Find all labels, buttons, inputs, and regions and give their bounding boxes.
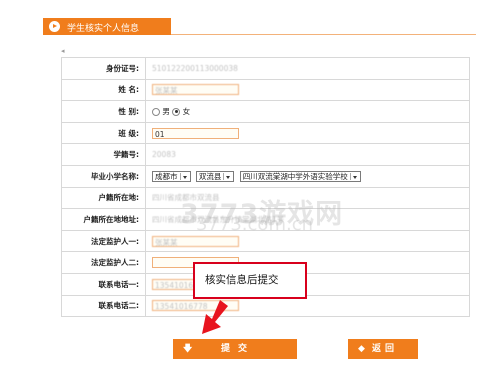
back-button-label: 返回 — [372, 344, 399, 354]
form-row-id-number: 身份证号: 510122200113000038 — [61, 57, 470, 80]
form-row-name: 姓 名: 张某某 — [61, 78, 470, 102]
header-divider — [171, 34, 476, 35]
id-number-value: 510122200113000038 — [152, 63, 238, 73]
gender-male-label: 男 — [162, 106, 170, 116]
back-button[interactable]: ◆ 返回 — [348, 339, 418, 359]
submit-button[interactable]: 🡇 提交 — [173, 339, 297, 359]
chevron-down-icon — [179, 172, 189, 180]
id-number-label: 身份证号: — [61, 57, 146, 80]
form-row-gender: 性 别: 男 女 — [61, 100, 470, 123]
red-pointer-arrow-icon — [202, 300, 228, 334]
section-header: 学生核实个人信息 — [43, 18, 171, 35]
form-row-class: 班 级: 01 — [61, 121, 470, 145]
form-row-student-no: 学籍号: 20083 — [61, 143, 470, 166]
class-input[interactable]: 01 — [152, 127, 239, 139]
chevron-down-icon — [349, 172, 359, 180]
city-select[interactable]: 成都市 — [152, 170, 191, 182]
gender-male-radio[interactable] — [152, 107, 160, 116]
name-label: 姓 名: — [61, 78, 146, 102]
student-no-value: 20083 — [152, 150, 176, 160]
phone2-label: 联系电话二: — [61, 294, 146, 318]
gender-label: 性 别: — [61, 100, 146, 123]
primary-school-label: 毕业小学名称: — [61, 164, 146, 188]
guardian2-label: 法定监护人二: — [61, 251, 146, 274]
form-row-primary-school: 毕业小学名称: 成都市 双流县 四川双流棠湖中学外语实验学校 — [61, 164, 470, 188]
guardian1-input[interactable]: 张某某 — [152, 235, 239, 247]
phone1-label: 联系电话一: — [61, 272, 146, 296]
submit-button-label: 提交 — [221, 344, 256, 354]
download-arrow-icon: 🡇 — [183, 344, 193, 354]
gender-female-label: 女 — [182, 106, 191, 116]
class-label: 班 级: — [61, 121, 146, 145]
back-arrow-icon: ◆ — [358, 344, 365, 354]
guardian1-label: 法定监护人一: — [61, 229, 146, 253]
chevron-down-icon — [223, 172, 232, 180]
watermark-url: 3773.com.cn — [196, 214, 313, 235]
section-title: 学生核实个人信息 — [67, 24, 140, 34]
school-select[interactable]: 四川双流棠湖中学外语实验学校 — [239, 170, 361, 182]
play-circle-icon — [49, 21, 60, 32]
student-no-label: 学籍号: — [61, 143, 146, 166]
hukou-location-label: 户籍所在地: — [61, 186, 146, 210]
name-input[interactable]: 张某某 — [152, 84, 239, 96]
hukou-address-label: 户籍所在地地址: — [61, 208, 146, 231]
gender-female-radio[interactable] — [172, 107, 181, 116]
collapse-arrow-icon[interactable]: ◂ — [61, 47, 65, 55]
instruction-callout: 核实信息后提交 — [193, 262, 307, 299]
county-select[interactable]: 双流县 — [195, 170, 235, 182]
